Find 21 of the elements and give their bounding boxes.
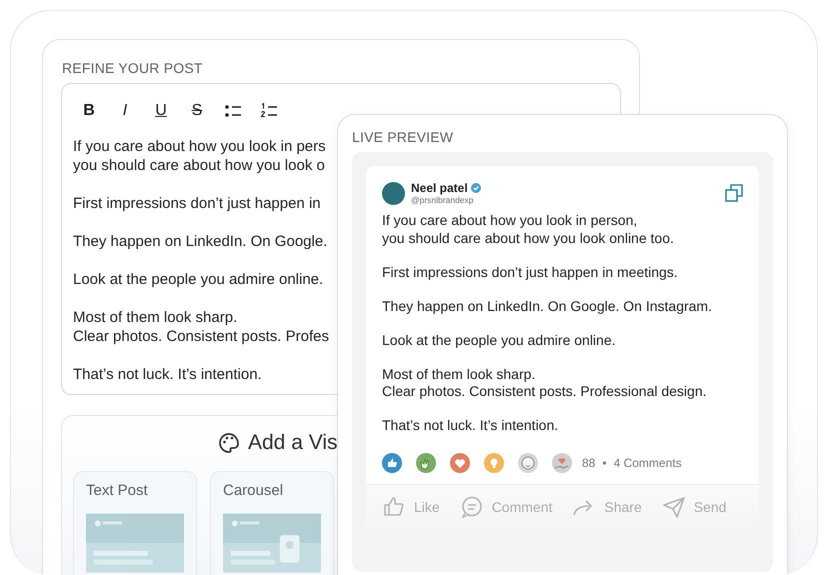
paragraph: That’s not luck. It’s intention.	[382, 417, 558, 434]
paragraph: Most of them look sharp. Clear photos. Consistent posts. Professional design.	[382, 366, 707, 400]
author-handle: @prsnlbrandexp	[411, 195, 474, 205]
paragraph: They happen on LinkedIn. On Google.	[73, 232, 328, 251]
paragraph: Look at the people you admire online.	[73, 270, 324, 289]
paragraph: Look at the people you admire online.	[382, 332, 616, 349]
separator-dot: •	[602, 456, 607, 470]
option-label: Text Post	[86, 482, 149, 499]
reaction-count: 88	[582, 456, 596, 470]
paragraph: If you care about how you look in pers you should care about how you look o	[73, 137, 326, 175]
panel-title: REFINE YOUR POST	[62, 60, 204, 76]
section-heading: Add a Vis	[248, 431, 338, 455]
paragraph: They happen on LinkedIn. On Google. On Instagram.	[382, 298, 712, 315]
paragraph: That’s not luck. It’s intention.	[73, 365, 262, 384]
author-name: Neel patel	[411, 181, 468, 195]
paragraph: If you care about how you look in person, you should care about how you look online too.	[382, 212, 674, 247]
paragraph: Most of them look sharp. Clear photos. Consistent posts. Profes	[73, 308, 329, 346]
paragraph: First impressions don’t just happen in meetings.	[382, 264, 678, 281]
option-label: Carousel	[223, 482, 284, 499]
paragraph: First impressions don’t just happen in	[73, 194, 321, 213]
panel-title: LIVE PREVIEW	[352, 129, 454, 145]
